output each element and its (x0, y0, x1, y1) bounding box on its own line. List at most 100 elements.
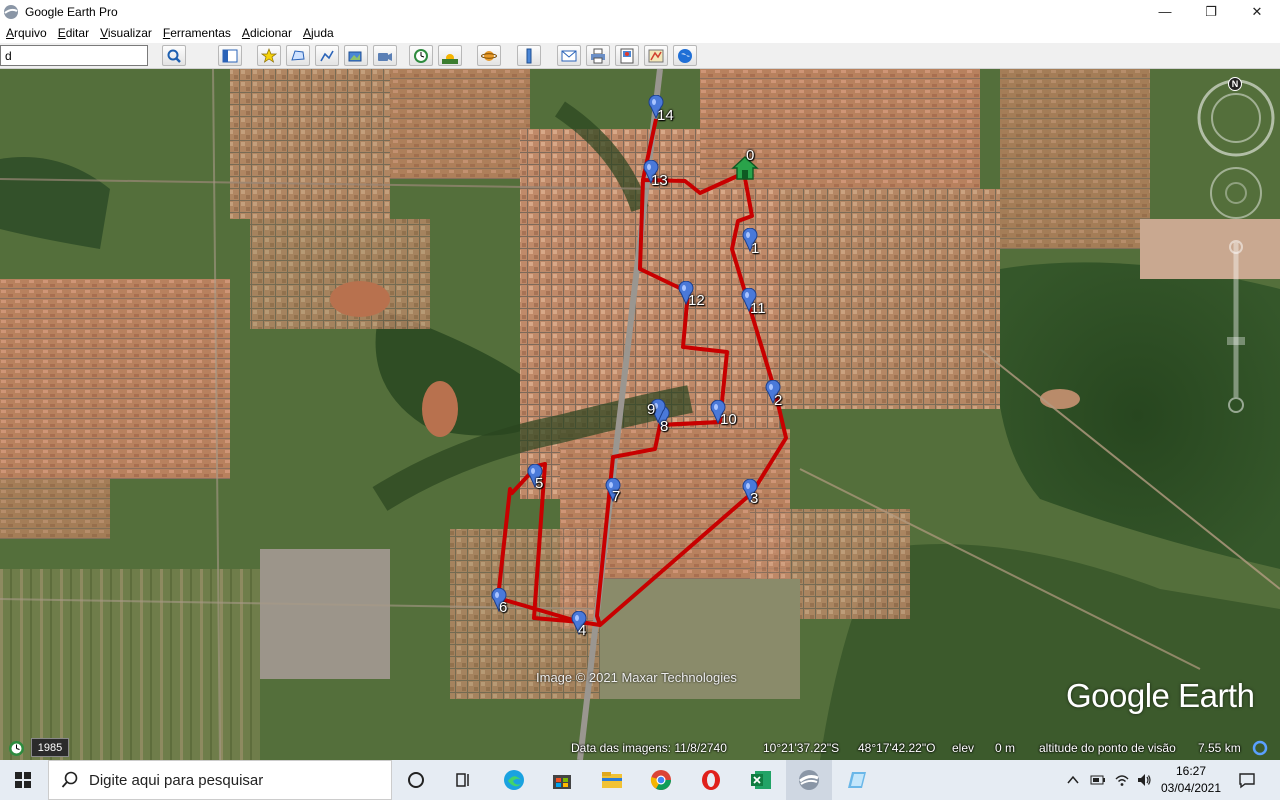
file-explorer-button[interactable] (589, 760, 635, 800)
status-bar: 1985 Data das imagens: 11/8/2740 10°21'3… (0, 737, 1280, 760)
file-explorer-icon (602, 772, 622, 788)
search-icon (167, 49, 181, 63)
start-button[interactable] (0, 760, 46, 800)
planet-switch-button[interactable] (477, 45, 501, 66)
view-in-maps-button[interactable] (644, 45, 668, 66)
pin-label: 2 (774, 392, 783, 409)
earth-view-icon (678, 48, 692, 63)
task-view-button[interactable] (440, 760, 486, 800)
opera-button[interactable] (688, 760, 734, 800)
clock-date: 03/04/2021 (1160, 781, 1222, 795)
edge-icon (504, 770, 524, 790)
historical-imagery-clock-icon[interactable] (8, 740, 25, 757)
ruler-icon (526, 48, 532, 63)
window-title: Google Earth Pro (25, 4, 118, 19)
eye-altitude-label: altitude do ponto de visão (1039, 741, 1176, 755)
print-button[interactable] (586, 45, 610, 66)
email-icon (561, 50, 577, 61)
menu-ajuda[interactable]: Ajuda (298, 26, 339, 40)
minimize-button[interactable]: — (1142, 0, 1188, 23)
email-button[interactable] (557, 45, 581, 66)
save-image-icon (620, 48, 634, 63)
search-input[interactable] (0, 45, 148, 66)
look-ring-icon (1197, 79, 1275, 157)
polygon-icon (291, 49, 305, 61)
store-button[interactable] (539, 760, 585, 800)
google-earth-icon (799, 770, 819, 790)
pin-label: 3 (750, 490, 759, 507)
print-icon (591, 48, 605, 63)
excel-button[interactable] (738, 760, 784, 800)
pin-label: 9 (647, 401, 656, 418)
elevation-value: 0 m (995, 741, 1016, 755)
menu-adicionar[interactable]: Adicionar (237, 26, 297, 40)
pin-label: 1 (751, 240, 760, 257)
pin-label: 14 (657, 107, 674, 124)
navigation-controls: N (1196, 77, 1276, 417)
add-path-button[interactable] (315, 45, 339, 66)
eye-altitude-value: 7.55 km (1198, 741, 1241, 755)
compass-north-button[interactable]: N (1228, 77, 1242, 91)
battery-icon[interactable] (1090, 773, 1106, 787)
pin-label: 6 (499, 599, 508, 616)
title-bar: Google Earth Pro — ❐ ✕ (0, 0, 1280, 23)
app-button[interactable] (834, 760, 880, 800)
tour-record-icon (378, 52, 392, 61)
app-icon (848, 772, 866, 788)
sidebar-toggle-button[interactable] (218, 45, 242, 66)
pin-label: 11 (750, 300, 766, 317)
notifications-icon[interactable] (1238, 771, 1256, 789)
year-badge[interactable]: 1985 (31, 738, 69, 757)
save-image-button[interactable] (615, 45, 639, 66)
record-tour-button[interactable] (373, 45, 397, 66)
home-icon[interactable] (731, 155, 759, 181)
historical-imagery-icon (414, 48, 428, 63)
search-button[interactable] (162, 45, 186, 66)
latitude: 10°21'37.22"S (763, 741, 840, 755)
windows-icon (15, 772, 31, 788)
menu-visualizar[interactable]: Visualizar (95, 26, 157, 40)
volume-icon[interactable] (1136, 772, 1152, 788)
satellite-imagery[interactable] (0, 69, 1280, 760)
menu-ferramentas[interactable]: Ferramentas (158, 26, 236, 40)
pin-label: 12 (688, 292, 705, 309)
sunlight-icon (442, 53, 458, 64)
menu-editar[interactable]: Editar (53, 26, 94, 40)
chrome-button[interactable] (638, 760, 684, 800)
image-overlay-icon (348, 51, 362, 61)
move-joystick-icon (1210, 167, 1262, 219)
longitude: 48°17'42.22"O (858, 741, 936, 755)
home-label: 0 (746, 147, 755, 164)
edge-button[interactable] (491, 760, 537, 800)
toolbar (0, 43, 1280, 69)
add-polygon-button[interactable] (286, 45, 310, 66)
sunlight-button[interactable] (438, 45, 462, 66)
clock-time: 16:27 (1175, 764, 1207, 778)
close-button[interactable]: ✕ (1234, 0, 1280, 23)
pin-label: 10 (720, 411, 737, 428)
system-clock[interactable]: 16:27 03/04/2021 (1158, 763, 1224, 797)
pin-label: 4 (578, 622, 587, 639)
google-earth-taskbar-button[interactable] (786, 760, 832, 800)
placemark-icon (261, 47, 277, 63)
earth-view-button[interactable] (673, 45, 697, 66)
menu-arquivo[interactable]: Arquivo (1, 26, 52, 40)
chevron-up-icon[interactable] (1066, 773, 1080, 787)
map-view[interactable]: 0 1 2 3 4 5 6 7 8 9 10 11 12 13 14 N Ima… (0, 69, 1280, 760)
path-icon (320, 50, 334, 61)
ruler-button[interactable] (517, 45, 541, 66)
historical-imagery-button[interactable] (409, 45, 433, 66)
opera-icon (702, 770, 720, 790)
add-placemark-button[interactable] (257, 45, 281, 66)
cortana-icon (408, 772, 424, 788)
planet-icon (481, 50, 497, 61)
taskbar-search[interactable]: Digite aqui para pesquisar (48, 760, 392, 800)
menu-bar: Arquivo Editar Visualizar Ferramentas Ad… (0, 23, 1280, 43)
maximize-button[interactable]: ❐ (1188, 0, 1234, 23)
navigation-controls-graphic (1197, 79, 1275, 413)
cortana-button[interactable] (393, 760, 439, 800)
sidebar-toggle-icon (222, 49, 238, 62)
wifi-icon[interactable] (1114, 772, 1130, 788)
search-icon (61, 771, 78, 788)
add-image-overlay-button[interactable] (344, 45, 368, 66)
